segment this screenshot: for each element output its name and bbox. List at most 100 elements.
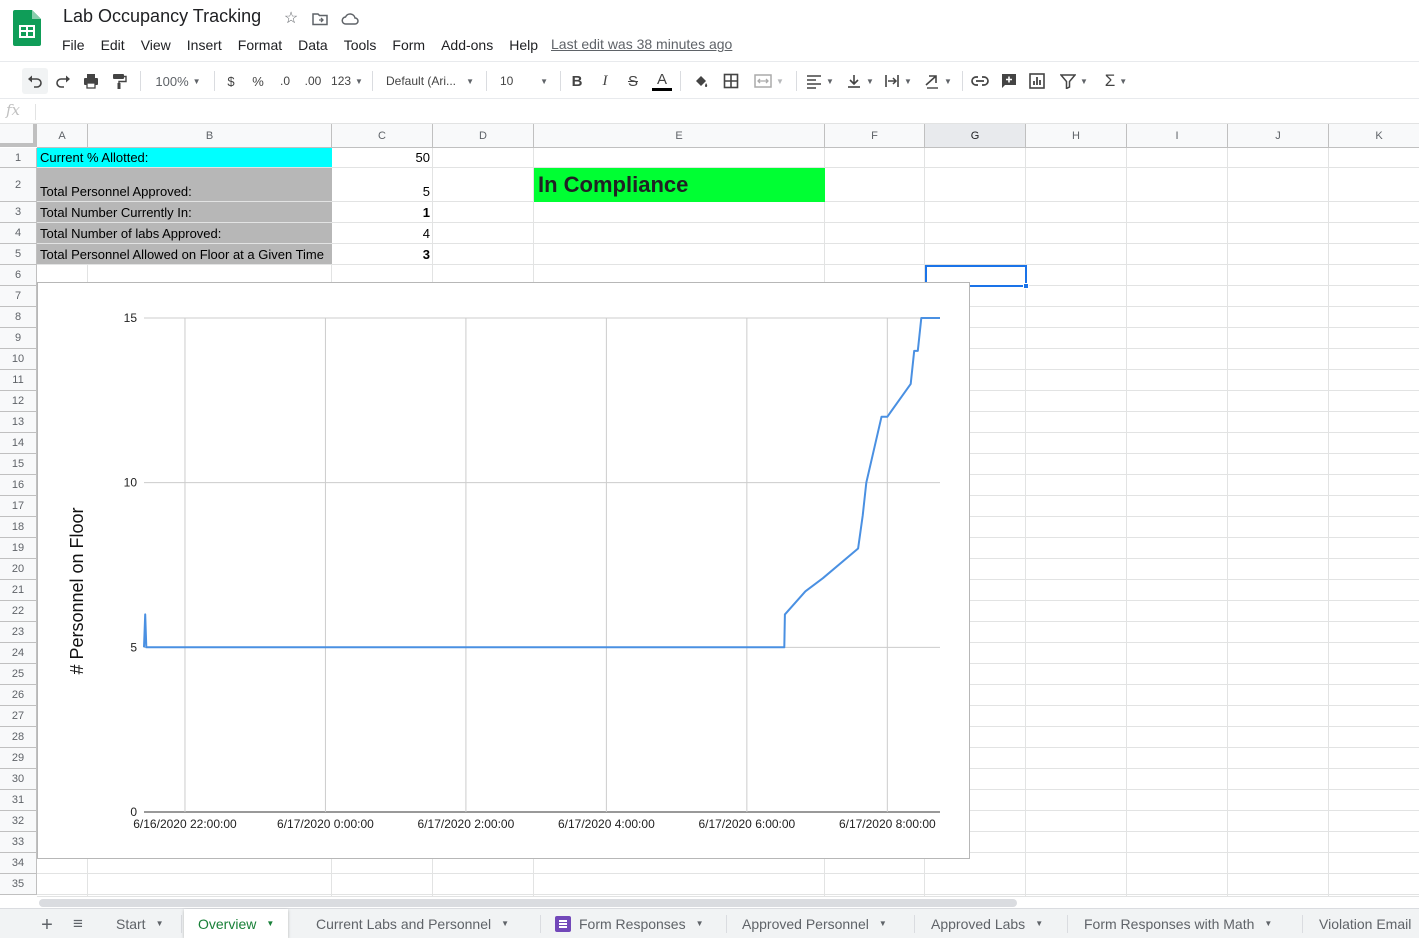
zoom-select[interactable]: 100% ▼ — [148, 68, 208, 94]
row-header-7[interactable]: 7 — [0, 286, 37, 307]
row-header-21[interactable]: 21 — [0, 580, 37, 601]
row-header-14[interactable]: 14 — [0, 433, 37, 454]
row-header-6[interactable]: 6 — [0, 265, 37, 286]
insert-comment-icon[interactable] — [996, 68, 1022, 94]
menu-add-ons[interactable]: Add-ons — [433, 37, 501, 53]
row-header-2[interactable]: 2 — [0, 168, 37, 202]
fill-color-icon[interactable] — [688, 68, 714, 94]
row-header-28[interactable]: 28 — [0, 727, 37, 748]
tab-form-responses-with-math[interactable]: Form Responses with Math ▼ — [1070, 909, 1286, 938]
column-header-j[interactable]: J — [1228, 124, 1329, 148]
filter-icon[interactable]: ▼ — [1054, 68, 1094, 94]
menu-format[interactable]: Format — [230, 37, 290, 53]
row-header-19[interactable]: 19 — [0, 538, 37, 559]
bold-button[interactable]: B — [566, 68, 588, 94]
formula-input[interactable] — [44, 101, 1414, 123]
undo-icon[interactable] — [22, 68, 48, 94]
row-header-23[interactable]: 23 — [0, 622, 37, 643]
row-header-15[interactable]: 15 — [0, 454, 37, 475]
row-header-32[interactable]: 32 — [0, 811, 37, 832]
fill-handle[interactable] — [1023, 283, 1029, 289]
column-header-f[interactable]: F — [825, 124, 925, 148]
move-to-folder-icon[interactable] — [311, 10, 329, 28]
sheets-logo-icon[interactable] — [13, 10, 41, 46]
insert-chart-icon[interactable] — [1024, 68, 1050, 94]
italic-button[interactable]: I — [594, 68, 616, 94]
redo-icon[interactable] — [50, 68, 76, 94]
text-wrapping-icon[interactable]: ▼ — [880, 68, 916, 94]
cell-a5[interactable]: Total Personnel Allowed on Floor at a Gi… — [37, 244, 332, 264]
menu-edit[interactable]: Edit — [93, 37, 133, 53]
tab-violation-email[interactable]: Violation Email — [1305, 909, 1419, 938]
row-header-3[interactable]: 3 — [0, 202, 37, 223]
strikethrough-button[interactable]: S — [622, 68, 644, 94]
document-title[interactable]: Lab Occupancy Tracking — [63, 6, 261, 27]
menu-form[interactable]: Form — [384, 37, 433, 53]
cell-a3[interactable]: Total Number Currently In: — [37, 202, 332, 222]
tab-approved-personnel[interactable]: Approved Personnel ▼ — [728, 909, 901, 938]
menu-data[interactable]: Data — [290, 37, 336, 53]
menu-file[interactable]: File — [54, 37, 93, 53]
row-header-34[interactable]: 34 — [0, 853, 37, 874]
last-edit-link[interactable]: Last edit was 38 minutes ago — [551, 36, 732, 52]
cell-c5[interactable]: 3 — [333, 244, 433, 264]
increase-decimal-button[interactable]: .00 — [300, 68, 326, 94]
row-header-27[interactable]: 27 — [0, 706, 37, 727]
column-header-i[interactable]: I — [1127, 124, 1228, 148]
tab-overview[interactable]: Overview ▼ — [184, 909, 289, 938]
select-all-corner[interactable] — [0, 124, 37, 147]
more-formats-button[interactable]: 123 ▼ — [329, 68, 365, 94]
decrease-decimal-button[interactable]: .0 — [273, 68, 297, 94]
compliance-status-cell[interactable]: In Compliance — [534, 168, 825, 202]
row-header-18[interactable]: 18 — [0, 517, 37, 538]
row-header-22[interactable]: 22 — [0, 601, 37, 622]
column-header-e[interactable]: E — [534, 124, 825, 148]
font-size-select[interactable]: 10 ▼ — [494, 68, 554, 94]
row-header-9[interactable]: 9 — [0, 328, 37, 349]
tab-start[interactable]: Start ▼ — [102, 909, 178, 938]
row-header-20[interactable]: 20 — [0, 559, 37, 580]
column-header-c[interactable]: C — [332, 124, 433, 148]
cell-a1[interactable]: Current % Allotted: — [37, 148, 332, 167]
merge-cells-icon[interactable]: ▼ — [748, 68, 790, 94]
insert-link-icon[interactable] — [967, 68, 993, 94]
cell-a4[interactable]: Total Number of labs Approved: — [37, 223, 332, 243]
menu-help[interactable]: Help — [501, 37, 546, 53]
row-header-10[interactable]: 10 — [0, 349, 37, 370]
column-header-d[interactable]: D — [433, 124, 534, 148]
row-header-8[interactable]: 8 — [0, 307, 37, 328]
print-icon[interactable] — [78, 68, 104, 94]
row-header-12[interactable]: 12 — [0, 391, 37, 412]
cell-c2[interactable]: 5 — [333, 168, 433, 201]
column-header-g[interactable]: G — [925, 124, 1026, 148]
cell-a2[interactable]: Total Personnel Approved: — [37, 168, 332, 201]
horizontal-scrollbar-thumb[interactable] — [39, 899, 1017, 907]
cell-c3[interactable]: 1 — [333, 202, 433, 222]
row-header-30[interactable]: 30 — [0, 769, 37, 790]
paint-format-icon[interactable] — [106, 68, 132, 94]
tab-current-labs-and-personnel[interactable]: Current Labs and Personnel ▼ — [302, 909, 523, 938]
column-header-b[interactable]: B — [88, 124, 332, 148]
row-header-24[interactable]: 24 — [0, 643, 37, 664]
row-header-4[interactable]: 4 — [0, 223, 37, 244]
row-header-1[interactable]: 1 — [0, 148, 37, 168]
percent-format-button[interactable]: % — [247, 68, 269, 94]
star-icon[interactable]: ☆ — [282, 10, 300, 28]
column-header-h[interactable]: H — [1026, 124, 1127, 148]
row-header-31[interactable]: 31 — [0, 790, 37, 811]
occupancy-line-chart[interactable]: 0 5 10 15 6/16/2020 22:00:00 6/17/2020 0:00:0… — [37, 282, 970, 859]
row-header-13[interactable]: 13 — [0, 412, 37, 433]
functions-icon[interactable]: Σ ▼ — [1098, 68, 1134, 94]
borders-icon[interactable] — [718, 68, 744, 94]
tab-form-responses[interactable]: Form Responses ▼ — [541, 909, 718, 938]
menu-view[interactable]: View — [133, 37, 179, 53]
currency-format-button[interactable]: $ — [220, 68, 242, 94]
row-header-33[interactable]: 33 — [0, 832, 37, 853]
font-family-select[interactable]: Default (Ari... ▼ — [380, 68, 480, 94]
tab-approved-labs[interactable]: Approved Labs ▼ — [917, 909, 1057, 938]
row-header-29[interactable]: 29 — [0, 748, 37, 769]
row-header-26[interactable]: 26 — [0, 685, 37, 706]
vertical-align-icon[interactable]: ▼ — [842, 68, 878, 94]
row-header-35[interactable]: 35 — [0, 874, 37, 895]
all-sheets-button[interactable]: ≡ — [68, 914, 88, 934]
